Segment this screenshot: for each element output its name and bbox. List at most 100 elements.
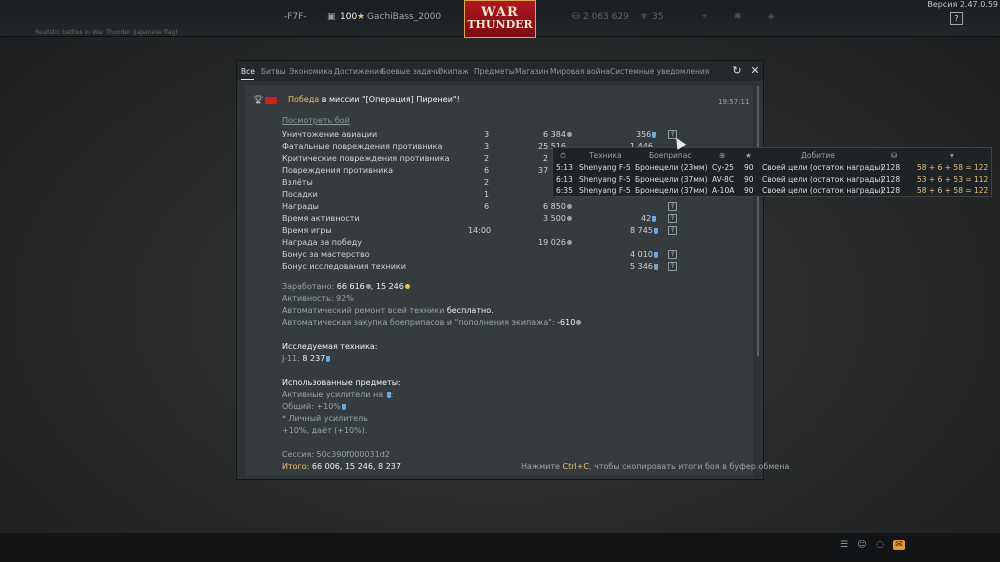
research-points-icon [653,227,658,234]
activity-text: Активность: 92% [282,294,354,303]
star-icon: ★ [745,151,752,160]
tab-economy[interactable]: Экономика [289,67,333,76]
reward-count: 1 [484,190,490,199]
reward-label: Время игры [282,226,332,235]
kill-ammo: Бронецели (23мм) [635,163,708,172]
tab-world-war[interactable]: Мировая война [550,67,610,76]
tab-shop[interactable]: Магазин [515,67,548,76]
mail-icon[interactable]: ✉ [893,540,905,550]
gold-balance-icon: ⚜ [640,12,649,22]
reward-label: Критические повреждения противника [282,154,450,163]
reward-detail-button[interactable]: ? [668,226,677,236]
view-battle-link[interactable]: Посмотреть бой [282,116,350,126]
silver-lion-icon [566,216,572,221]
reward-label: Взлёты [282,178,313,187]
help-button[interactable]: ? [950,12,963,25]
close-icon[interactable]: ✕ [749,65,761,77]
victory-label: Победа [288,95,320,104]
refresh-icon[interactable]: ↻ [731,65,743,77]
reward-detail-button[interactable]: ? [668,202,677,212]
war-thunder-logo[interactable]: WAR THUNDER [464,0,536,38]
kill-finish: Своей цели (остаток награды) [762,163,884,172]
tag-icon[interactable]: ◈ [768,12,775,22]
kill-target: AV-8C [712,175,735,184]
chat-icon[interactable]: ◌ [874,540,886,550]
kill-finish: Своей цели (остаток награды) [762,186,884,195]
crosshair-icon: ⊕ [719,151,726,160]
kill-score: 90 [744,186,754,195]
reward-detail-button[interactable]: ? [668,262,677,272]
reward-rp: 5 346 [630,262,658,272]
silver-lion-icon: ⛁ [891,151,898,160]
kill-vehicle: Shenyang F-5 [579,163,631,172]
reward-rp: 356 [636,130,657,140]
session-id: Сессия: 50c390f000031d2 [282,450,390,459]
reward-label: Бонус исследования техники [282,262,406,271]
kill-rp: 58 + 6 + 58 = 122 [917,186,989,195]
reward-detail-button[interactable]: ? [668,214,677,224]
restock-text: Автоматическая закупка боеприпасов и "по… [282,318,582,328]
tab-crew[interactable]: Экипаж [438,67,469,76]
background-subtitle: Realistic battles in War Thunder (Japane… [35,29,178,36]
time-icon: ⏱ [560,151,566,160]
kill-ammo: Бронецели (37мм) [635,186,708,195]
squadron-tag[interactable]: -F7F- [284,12,307,22]
message-time: 19:57:11 [718,98,750,106]
reward-silver: 6 850 [543,202,572,212]
kill-target: A-10A [712,186,735,195]
kill-silver: 2128 [881,175,901,184]
friends-icon[interactable]: ☺ [856,540,868,550]
kill-ammo: Бронецели (37мм) [635,175,708,184]
kill-rp: 58 + 6 + 58 = 122 [917,163,989,172]
reward-silver: 6 384 [543,130,572,140]
gear-icon[interactable]: ✱ [734,12,742,22]
research-points-icon: ▾ [950,151,954,160]
reward-label: Награда за победу [282,238,363,247]
reward-silver: 19 026 [538,238,572,248]
header-vehicle: Техника [589,151,622,160]
tab-system-notifications[interactable]: Системные уведомления [610,67,709,76]
tab-battle-tasks[interactable]: Боевые задачи [381,67,440,76]
reward-count: 3 [484,142,490,151]
silver-lion-icon [566,132,572,137]
reward-silver: 2 [543,154,549,163]
golden-eagle-icon [404,284,410,289]
list-icon[interactable]: ☰ [838,540,850,550]
tab-battles[interactable]: Битвы [261,67,286,76]
bottom-bar [0,533,1000,562]
reward-detail-button[interactable]: ? [668,250,677,260]
earned-summary: Заработано: 66 616, 15 246 [282,282,410,292]
tab-bar: Все Битвы Экономика Достижения Боевые за… [237,61,763,81]
booster-general: Общий: +10% [282,402,346,412]
tab-all[interactable]: Все [241,67,255,76]
kill-time: 6:13 [556,175,573,184]
kill-target: Су-25 [712,163,734,172]
kill-finish: Своей цели (остаток награды) [762,175,884,184]
kill-vehicle: Shenyang F-5 [579,175,631,184]
kill-score: 90 [744,175,754,184]
header-finish: Добитие [801,151,835,160]
tab-achievements[interactable]: Достижения [334,67,383,76]
reward-count: 3 [484,130,490,139]
reward-rp: 8 745 [630,226,658,236]
boosters-label: Активные усилители на : [282,390,394,399]
reward-rp: 42 [641,214,657,224]
reward-label: Фатальные повреждения противника [282,142,443,151]
tab-items[interactable]: Предметы [474,67,515,76]
booster-personal-title: * Личный усилитель [282,414,368,423]
profile-icon[interactable]: ▣ [327,12,336,22]
player-nickname[interactable]: GachiBass_2000 [367,12,441,22]
reward-count: 6 [484,166,490,175]
silver-balance: 2 063 629 [583,12,629,22]
scrollbar[interactable] [757,86,759,356]
gold-balance: 35 [652,12,664,22]
mission-title: в миссии "[Операция] Пиренеи"! [319,95,460,104]
reward-label: Бонус за мастерство [282,250,370,259]
active-tab-indicator [241,79,254,80]
reward-count: 14:00 [468,226,492,235]
china-flag-icon [265,97,277,104]
pin-icon[interactable]: ⌖ [702,12,707,22]
reward-label: Уничтожение авиации [282,130,378,139]
trophy-icon: 🏆︎ [253,95,264,104]
reward-label: Награды [282,202,319,211]
